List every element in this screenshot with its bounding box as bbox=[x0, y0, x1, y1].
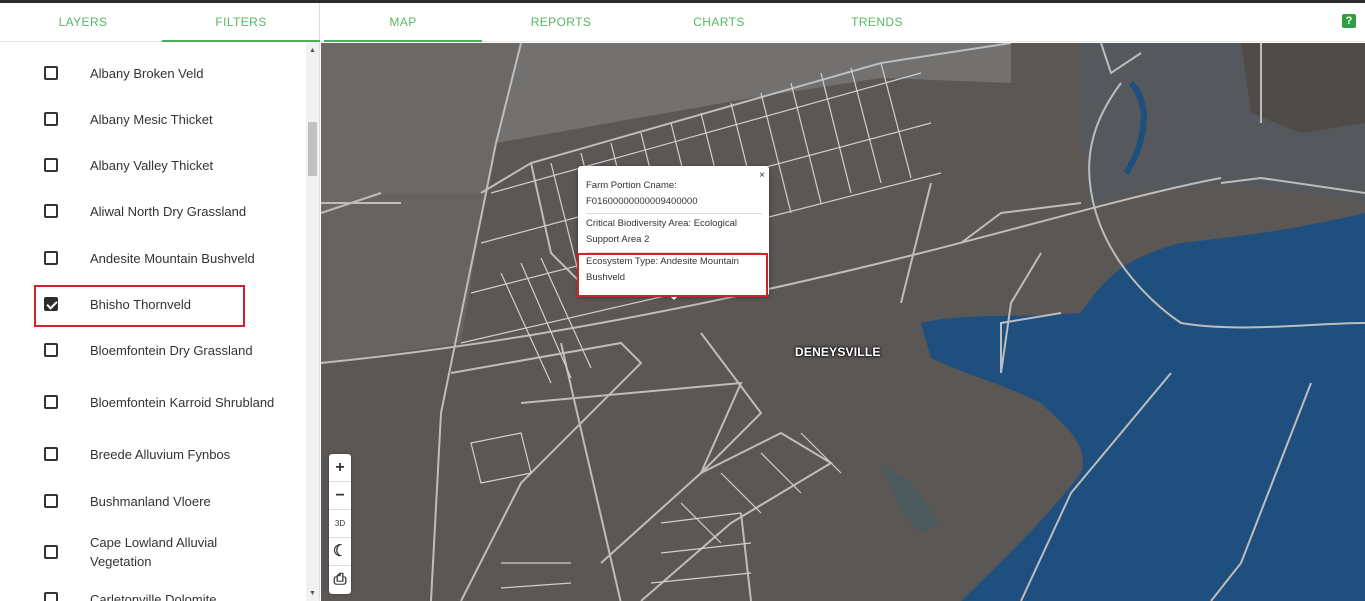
left-panel: LAYERS FILTERS Albany Broken Veld Albany… bbox=[0, 3, 320, 601]
popup-divider bbox=[586, 252, 762, 253]
zoom-out-button[interactable]: − bbox=[329, 482, 351, 510]
list-item[interactable]: Aliwal North Dry Grassland bbox=[0, 201, 305, 221]
map-view[interactable]: DENEYSVILLE + − 3D ☾ ⎙ × Farm Portion Cn… bbox=[321, 43, 1365, 601]
item-label: Andesite Mountain Bushveld bbox=[90, 250, 255, 266]
list-item[interactable]: Albany Broken Veld bbox=[0, 63, 305, 83]
tab-trends[interactable]: TRENDS bbox=[798, 3, 956, 42]
checkbox[interactable] bbox=[44, 204, 58, 218]
list-item[interactable]: Albany Mesic Thicket bbox=[0, 109, 305, 129]
map-controls: + − 3D ☾ ⎙ bbox=[329, 454, 351, 594]
list-item[interactable]: Bloemfontein Dry Grassland bbox=[0, 340, 305, 360]
item-label: Cape Lowland Alluvial Vegetation bbox=[90, 535, 218, 569]
item-label: Breede Alluvium Fynbos bbox=[90, 446, 231, 462]
item-label: Carletonville Dolomite bbox=[90, 591, 217, 601]
item-label: Bushmanland Vloere bbox=[90, 493, 211, 509]
zoom-in-button[interactable]: + bbox=[329, 454, 351, 482]
tab-layers[interactable]: LAYERS bbox=[4, 3, 162, 42]
list-item[interactable]: Carletonville Dolomite bbox=[0, 589, 305, 601]
scroll-down-icon[interactable]: ▼ bbox=[306, 587, 319, 601]
popup-farm-portion: Farm Portion Cname: F0160000000000940000… bbox=[586, 180, 698, 207]
list-item[interactable]: Albany Valley Thicket bbox=[0, 155, 305, 175]
popup-cba: Critical Biodiversity Area: Ecological S… bbox=[586, 218, 738, 245]
item-label: Aliwal North Dry Grassland bbox=[90, 203, 247, 219]
item-label: Albany Valley Thicket bbox=[90, 157, 214, 173]
main-tab-bar: MAP REPORTS CHARTS TRENDS ? bbox=[321, 3, 1365, 42]
checkbox[interactable] bbox=[44, 66, 58, 80]
checkbox[interactable] bbox=[44, 395, 58, 409]
left-tab-bar: LAYERS FILTERS bbox=[0, 3, 320, 42]
list-item[interactable]: Bushmanland Vloere bbox=[0, 491, 305, 511]
feature-popup: × Farm Portion Cname: F01600000000009400… bbox=[578, 166, 769, 300]
popup-divider bbox=[586, 213, 762, 214]
tab-charts[interactable]: CHARTS bbox=[640, 3, 798, 42]
list-item[interactable]: Andesite Mountain Bushveld bbox=[0, 248, 305, 268]
checkbox[interactable] bbox=[44, 545, 58, 559]
map-canvas bbox=[321, 43, 1365, 601]
popup-tip bbox=[668, 294, 680, 300]
checkbox-checked[interactable] bbox=[44, 297, 58, 311]
checkbox[interactable] bbox=[44, 494, 58, 508]
printer-icon[interactable]: ⎙ bbox=[329, 566, 351, 594]
checkbox[interactable] bbox=[44, 592, 58, 601]
tab-filters[interactable]: FILTERS bbox=[162, 3, 320, 42]
scroll-thumb[interactable] bbox=[308, 122, 317, 176]
list-item[interactable]: Bhisho Thornveld bbox=[0, 294, 305, 314]
moon-icon[interactable]: ☾ bbox=[329, 538, 351, 566]
tab-reports[interactable]: REPORTS bbox=[482, 3, 640, 42]
checkbox[interactable] bbox=[44, 112, 58, 126]
tab-map[interactable]: MAP bbox=[324, 3, 482, 42]
item-label: Bloemfontein Dry Grassland bbox=[90, 342, 253, 358]
scrollbar[interactable]: ▲ ▼ bbox=[306, 42, 319, 601]
town-label: DENEYSVILLE bbox=[795, 345, 881, 359]
scroll-up-icon[interactable]: ▲ bbox=[306, 44, 319, 58]
list-item[interactable]: Breede Alluvium Fynbos bbox=[0, 444, 305, 464]
checkbox[interactable] bbox=[44, 158, 58, 172]
checkbox[interactable] bbox=[44, 251, 58, 265]
filter-list: Albany Broken Veld Albany Mesic Thicket … bbox=[0, 45, 305, 601]
item-label: Bloemfontein Karroid Shrubland bbox=[90, 394, 275, 410]
checkbox[interactable] bbox=[44, 447, 58, 461]
list-item[interactable]: Cape Lowland Alluvial Vegetation bbox=[0, 532, 305, 572]
item-label: Bhisho Thornveld bbox=[90, 296, 191, 312]
toggle-3d-button[interactable]: 3D bbox=[329, 510, 351, 538]
checkbox[interactable] bbox=[44, 343, 58, 357]
list-item[interactable]: Bloemfontein Karroid Shrubland bbox=[0, 382, 305, 422]
help-icon[interactable]: ? bbox=[1342, 14, 1356, 28]
popup-ecosystem: Ecosystem Type: Andesite Mountain Bushve… bbox=[586, 256, 739, 283]
item-label: Albany Mesic Thicket bbox=[90, 111, 213, 127]
item-label: Albany Broken Veld bbox=[90, 65, 204, 81]
